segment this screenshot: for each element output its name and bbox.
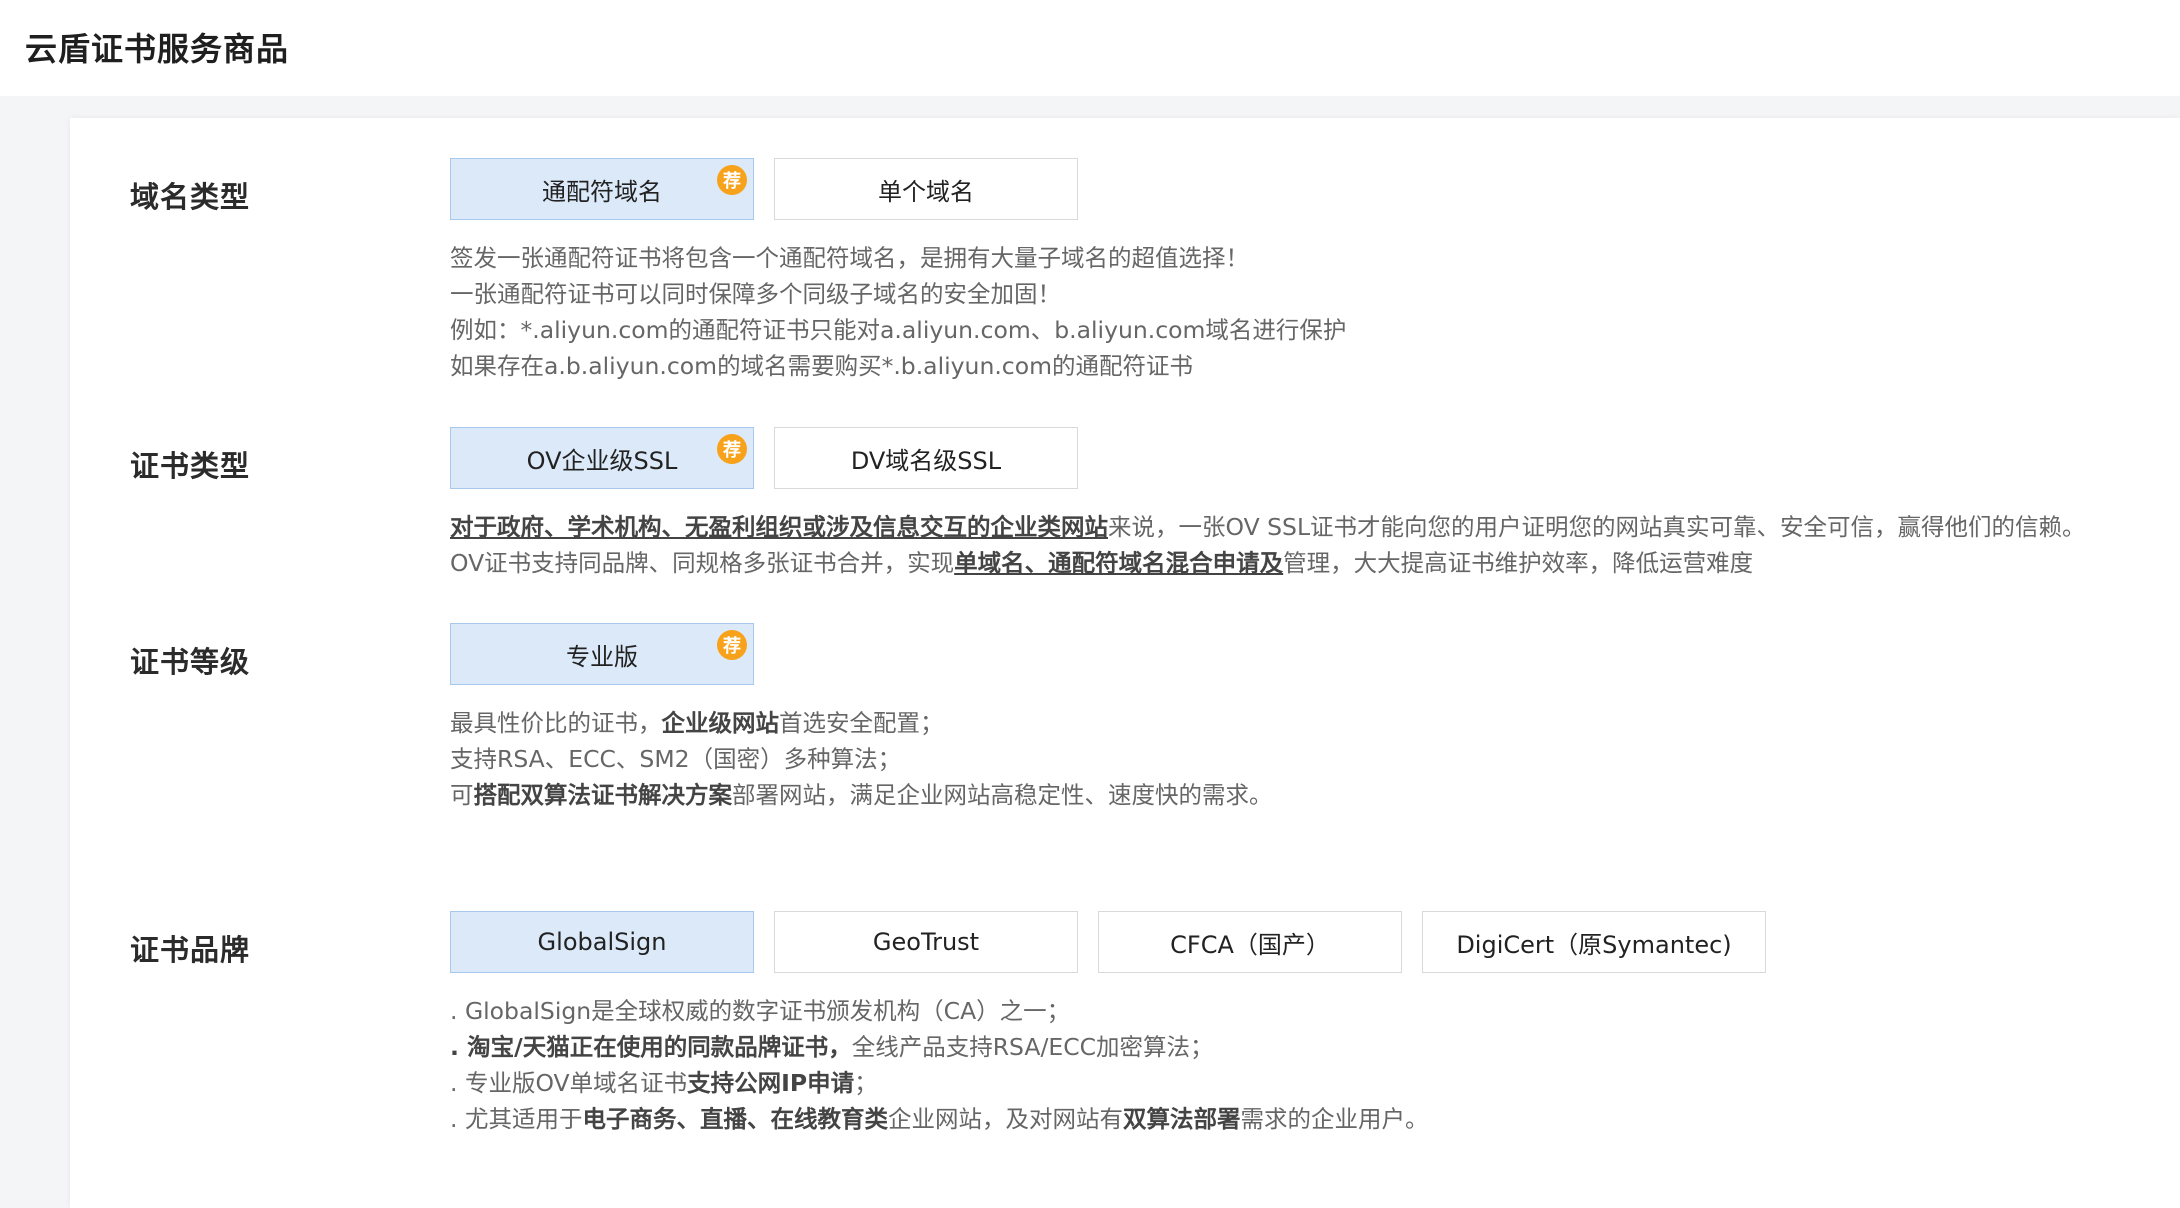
cert-brand-label: 证书品牌 — [130, 933, 251, 967]
option-professional[interactable]: 专业版 荐 — [450, 623, 754, 685]
bold-text: 搭配双算法证书解决方案 — [473, 781, 733, 809]
option-label: GeoTrust — [872, 928, 980, 956]
recommend-badge: 荐 — [717, 434, 747, 464]
option-label: CFCA（国产） — [1170, 930, 1330, 959]
option-label: GlobalSign — [537, 928, 667, 956]
recommend-badge: 荐 — [717, 630, 747, 660]
desc-text: . 尤其适用于 — [450, 1105, 583, 1133]
desc-text: 需求的企业用户。 — [1240, 1105, 1429, 1133]
desc-line: 可搭配双算法证书解决方案部署网站，满足企业网站高稳定性、速度快的需求。 — [450, 777, 1273, 813]
desc-text: 全线产品支持RSA/ECC加密算法； — [851, 1033, 1214, 1061]
option-dv-ssl[interactable]: DV域名级SSL — [774, 427, 1078, 489]
bold-text: 双算法部署 — [1122, 1105, 1241, 1133]
bold-text: 电子商务、直播、在线教育类 — [582, 1105, 888, 1133]
option-label: DV域名级SSL — [850, 446, 1002, 475]
underlined-text: 对于政府、学术机构、无盈利组织或涉及信息交互的企业类网站 — [450, 513, 1108, 541]
option-label: 通配符域名 — [542, 177, 662, 206]
desc-text: . 专业版OV单域名证书 — [450, 1069, 688, 1097]
bold-text: 支持公网IP申请 — [687, 1069, 855, 1097]
desc-line: 对于政府、学术机构、无盈利组织或涉及信息交互的企业类网站来说，一张OV SSL证… — [450, 509, 2086, 545]
desc-text: 企业网站，及对网站有 — [887, 1105, 1123, 1133]
cert-type-description: 对于政府、学术机构、无盈利组织或涉及信息交互的企业类网站来说，一张OV SSL证… — [450, 509, 2086, 581]
desc-text: 部署网站，满足企业网站高稳定性、速度快的需求。 — [732, 781, 1273, 809]
desc-text: 首选安全配置； — [779, 709, 944, 737]
desc-text: 最具性价比的证书， — [450, 709, 662, 737]
desc-line: 例如：*.aliyun.com的通配符证书只能对a.aliyun.com、b.a… — [450, 316, 1347, 344]
option-label: DigiCert（原Symantec) — [1456, 930, 1732, 959]
option-wildcard-domain[interactable]: 通配符域名 荐 — [450, 158, 754, 220]
desc-line: . GlobalSign是全球权威的数字证书颁发机构（CA）之一； — [450, 997, 1071, 1025]
desc-line: 如果存在a.b.aliyun.com的域名需要购买*.b.aliyun.com的… — [450, 352, 1193, 380]
bold-text: 企业级网站 — [661, 709, 780, 737]
desc-line: . 专业版OV单域名证书支持公网IP申请； — [450, 1065, 1428, 1101]
desc-line: 一张通配符证书可以同时保障多个同级子域名的安全加固！ — [450, 280, 1061, 308]
desc-text: OV证书支持同品牌、同规格多张证书合并，实现 — [450, 549, 955, 577]
recommend-badge: 荐 — [717, 165, 747, 195]
desc-line: 支持RSA、ECC、SM2（国密）多种算法； — [450, 745, 902, 773]
domain-type-label: 域名类型 — [130, 180, 251, 214]
cert-level-label: 证书等级 — [130, 645, 251, 679]
cert-level-description: 最具性价比的证书，企业级网站首选安全配置； 支持RSA、ECC、SM2（国密）多… — [450, 705, 1273, 813]
option-label: OV企业级SSL — [526, 446, 678, 475]
option-cfca[interactable]: CFCA（国产） — [1098, 911, 1402, 973]
desc-line: . 尤其适用于电子商务、直播、在线教育类企业网站，及对网站有双算法部署需求的企业… — [450, 1101, 1428, 1137]
product-config-panel: 域名类型 通配符域名 荐 单个域名 签发一张通配符证书将包含一个通配符域名，是拥… — [70, 118, 2180, 1208]
option-label: 单个域名 — [878, 177, 974, 206]
page-title: 云盾证书服务商品 — [25, 30, 290, 68]
cert-brand-description: . GlobalSign是全球权威的数字证书颁发机构（CA）之一； . 淘宝/天… — [450, 993, 1428, 1137]
desc-line: OV证书支持同品牌、同规格多张证书合并，实现单域名、通配符域名混合申请及管理，大… — [450, 545, 2086, 581]
option-geotrust[interactable]: GeoTrust — [774, 911, 1078, 973]
desc-text: 管理，大大提高证书维护效率，降低运营难度 — [1283, 549, 1754, 577]
domain-type-description: 签发一张通配符证书将包含一个通配符域名，是拥有大量子域名的超值选择！ 一张通配符… — [450, 240, 1346, 384]
bold-text: . 淘宝/天猫正在使用的同款品牌证书， — [450, 1033, 852, 1061]
option-single-domain[interactable]: 单个域名 — [774, 158, 1078, 220]
desc-text: ； — [854, 1069, 878, 1097]
cert-type-label: 证书类型 — [130, 449, 251, 483]
option-label: 专业版 — [566, 642, 638, 671]
option-globalsign[interactable]: GlobalSign — [450, 911, 754, 973]
desc-line: . 淘宝/天猫正在使用的同款品牌证书，全线产品支持RSA/ECC加密算法； — [450, 1029, 1428, 1065]
page-header: 云盾证书服务商品 — [0, 0, 2180, 96]
option-ov-ssl[interactable]: OV企业级SSL 荐 — [450, 427, 754, 489]
desc-text: 可 — [450, 781, 474, 809]
desc-line: 最具性价比的证书，企业级网站首选安全配置； — [450, 705, 1273, 741]
desc-text: 来说，一张OV SSL证书才能向您的用户证明您的网站真实可靠、安全可信，赢得他们… — [1108, 513, 2086, 541]
option-digicert[interactable]: DigiCert（原Symantec) — [1422, 911, 1766, 973]
desc-line: 签发一张通配符证书将包含一个通配符域名，是拥有大量子域名的超值选择！ — [450, 244, 1249, 272]
underlined-text: 单域名、通配符域名混合申请及 — [954, 549, 1284, 577]
